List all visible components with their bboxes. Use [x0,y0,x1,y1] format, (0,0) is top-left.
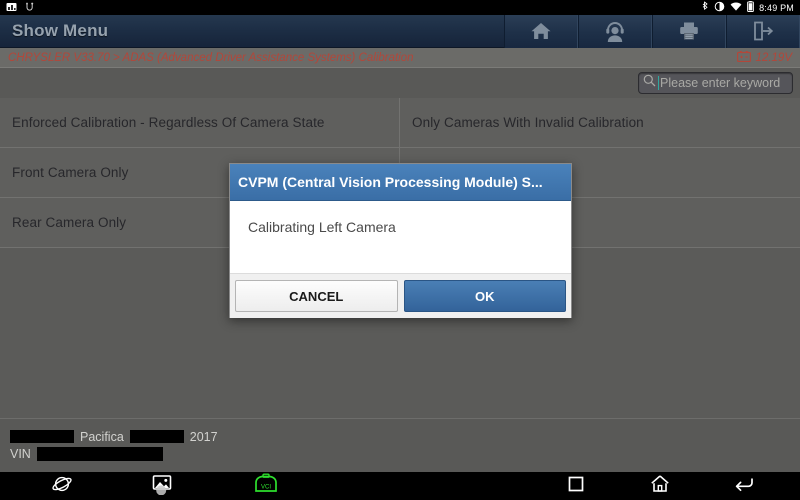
back-icon [733,475,755,498]
title-bar-actions [504,14,800,48]
printer-icon [678,21,700,41]
redacted-trim [129,430,184,443]
recents-button[interactable] [544,472,608,500]
menu-item-label: Only Cameras With Invalid Calibration [412,115,644,130]
menu-item-enforced-calibration[interactable]: Enforced Calibration - Regardless Of Cam… [0,98,400,148]
back-button[interactable] [712,472,776,500]
browser-icon [51,474,73,499]
redacted-make [10,430,74,443]
calibration-dialog: CVPM (Central Vision Processing Module) … [229,163,572,318]
vehicle-line: Pacifica 2017 [10,428,800,445]
exit-button[interactable] [726,14,800,48]
menu-item-label: Front Camera Only [12,165,129,180]
vehicle-info-footer: Pacifica 2017 VIN [0,418,800,472]
dialog-title: CVPM (Central Vision Processing Module) … [238,174,543,190]
search-input[interactable]: Please enter keyword [638,72,793,94]
vehicle-model: Pacifica [80,429,124,444]
tablet-screen: 8:49 PM Show Menu CHRYSLER V33.70 > ADAS… [0,0,800,500]
browser-button[interactable] [30,472,94,500]
breadcrumb: CHRYSLER V33.70 > ADAS (Advanced Driver … [8,51,414,64]
dialog-actions: CANCEL OK [230,273,571,318]
cancel-button[interactable]: CANCEL [235,280,398,312]
android-status-bar: 8:49 PM [0,0,800,15]
vehicle-year: 2017 [189,429,218,444]
recents-icon [567,475,585,498]
search-placeholder: Please enter keyword [660,76,781,90]
gallery-button[interactable] [130,472,194,500]
dialog-body: Calibrating Left Camera [230,201,571,273]
print-button[interactable] [652,14,726,48]
support-button[interactable] [578,14,652,48]
menu-row: Enforced Calibration - Regardless Of Cam… [0,98,800,148]
vci-icon: VCI [250,473,282,500]
home-icon [530,21,552,41]
android-nav-bar: VCI [0,472,800,500]
redacted-vin [36,446,163,461]
search-icon [643,74,656,92]
ok-button[interactable]: OK [403,280,566,312]
menu-item-label: Rear Camera Only [12,215,127,230]
dialog-title-bar: CVPM (Central Vision Processing Module) … [230,164,571,201]
app-title-bar: Show Menu [0,14,800,48]
page-title: Show Menu [12,21,109,40]
battery-voltage-icon [736,49,751,67]
menu-item-invalid-calibration[interactable]: Only Cameras With Invalid Calibration [400,98,800,148]
vin-line: VIN [10,445,800,462]
search-bar: Please enter keyword [0,68,800,98]
dialog-message: Calibrating Left Camera [248,219,396,235]
android-home-icon [650,474,670,498]
gallery-icon [150,473,174,500]
vci-button[interactable]: VCI [234,472,298,500]
voltage-value: 12.19V [755,51,792,64]
voltage-indicator: 12.19V [736,49,800,67]
status-bar-clock: 8:49 PM [759,2,794,13]
android-home-button[interactable] [628,472,692,500]
breadcrumb-bar: CHRYSLER V33.70 > ADAS (Advanced Driver … [0,48,800,68]
home-button[interactable] [504,14,578,48]
svg-text:VCI: VCI [261,484,271,490]
text-caret [658,76,659,90]
support-headset-icon [604,21,626,42]
exit-icon [752,21,774,41]
menu-item-label: Enforced Calibration - Regardless Of Cam… [12,115,325,130]
vin-label: VIN [10,446,31,461]
